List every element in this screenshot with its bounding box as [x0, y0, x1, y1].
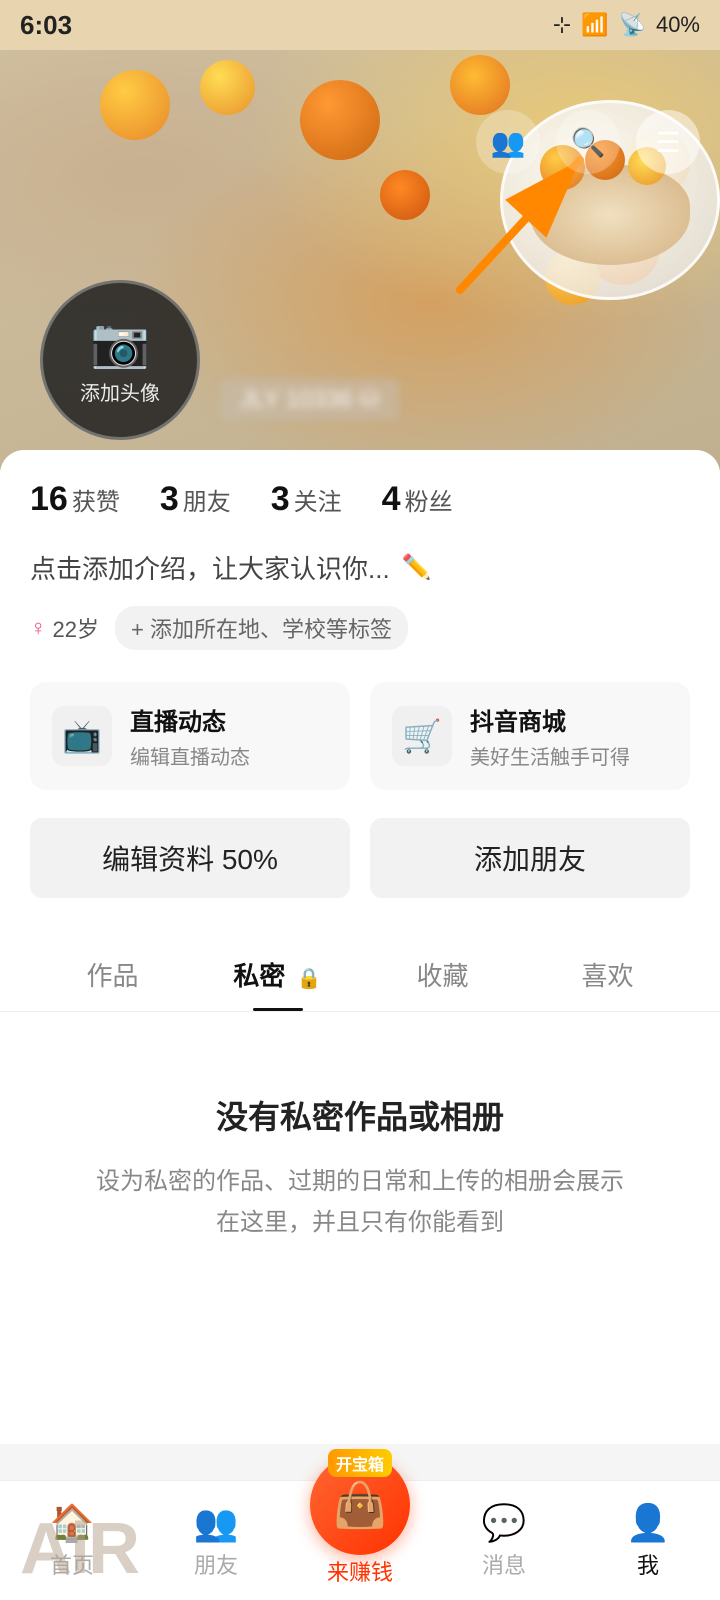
- tab-collect[interactable]: 收藏: [360, 934, 525, 1011]
- add-avatar-button[interactable]: 📷 添加头像: [40, 280, 200, 440]
- likes-count: 16: [30, 480, 68, 519]
- shop-title: 抖音商城: [470, 702, 630, 737]
- friends-icon: 👥: [194, 1502, 239, 1544]
- edit-profile-button[interactable]: 编辑资料 50%: [30, 818, 350, 898]
- bluetooth-icon: ⊹: [553, 12, 571, 38]
- fruit-decoration-2: [200, 60, 255, 115]
- nav-me[interactable]: 👤 我: [576, 1502, 720, 1580]
- live-info: 直播动态 编辑直播动态: [130, 702, 250, 770]
- me-icon: 👤: [626, 1502, 671, 1544]
- stats-row: 16 获赞 3 朋友 3 关注 4 粉丝: [30, 480, 690, 519]
- tab-private[interactable]: 私密 🔒: [195, 934, 360, 1011]
- live-icon: 📺: [52, 706, 112, 766]
- menu-icon: ☰: [655, 126, 680, 159]
- shop-feature-card[interactable]: 🛒 抖音商城 美好生活触手可得: [370, 682, 690, 790]
- tags-row: ♀ 22岁 + 添加所在地、学校等标签: [30, 606, 690, 650]
- status-bar: 6:03 ⊹ 📶 📡 40%: [0, 0, 720, 50]
- tab-works[interactable]: 作品: [30, 934, 195, 1011]
- messages-label: 消息: [482, 1548, 526, 1580]
- status-time: 6:03: [20, 10, 72, 41]
- nav-friends[interactable]: 👥 朋友: [144, 1502, 288, 1580]
- wifi-icon: 📶: [581, 12, 608, 38]
- earn-bag-button[interactable]: 开宝箱 👜: [310, 1455, 410, 1555]
- avatar-area: 📷 添加头像: [40, 280, 200, 440]
- username-display: JLY 10336 ⛁: [220, 379, 399, 420]
- live-subtitle: 编辑直播动态: [130, 741, 250, 770]
- friends-count: 3: [160, 480, 179, 519]
- live-feature-card[interactable]: 📺 直播动态 编辑直播动态: [30, 682, 350, 790]
- followers-button[interactable]: 👥: [476, 110, 540, 174]
- status-icons: ⊹ 📶 📡 40%: [553, 12, 700, 38]
- home-icon: 🏠: [50, 1502, 95, 1544]
- bio-text: 点击添加介绍，让大家认识你...: [30, 549, 390, 586]
- stat-likes[interactable]: 16 获赞: [30, 480, 120, 519]
- nav-messages[interactable]: 💬 消息: [432, 1502, 576, 1580]
- following-count: 3: [271, 480, 290, 519]
- me-label: 我: [637, 1548, 659, 1580]
- shop-info: 抖音商城 美好生活触手可得: [470, 702, 630, 770]
- nav-home[interactable]: 🏠 首页: [0, 1502, 144, 1580]
- bowl-inner: [530, 165, 690, 265]
- search-icon: 🔍: [571, 126, 606, 159]
- tab-works-label: 作品: [86, 961, 138, 991]
- age-tag: ♀ 22岁: [30, 612, 99, 644]
- tabs-row: 作品 私密 🔒 收藏 喜欢: [0, 934, 720, 1012]
- earn-label: 来赚钱: [327, 1555, 393, 1587]
- add-friend-button[interactable]: 添加朋友: [370, 818, 690, 898]
- search-button[interactable]: 🔍: [556, 110, 620, 174]
- shop-icon: 🛒: [392, 706, 452, 766]
- bio-row[interactable]: 点击添加介绍，让大家认识你... ✏️: [30, 549, 690, 586]
- followers-icon: 👥: [491, 126, 526, 159]
- followers-label: 粉丝: [405, 482, 453, 517]
- likes-label: 获赞: [72, 482, 120, 517]
- lock-icon: 🔒: [297, 968, 322, 990]
- add-tag-button[interactable]: + 添加所在地、学校等标签: [115, 606, 408, 650]
- edit-bio-icon: ✏️: [402, 553, 432, 582]
- tab-private-label: 私密: [233, 961, 285, 991]
- home-label: 首页: [50, 1548, 94, 1580]
- stat-following[interactable]: 3 关注: [271, 480, 342, 519]
- empty-state: 没有私密作品或相册 设为私密的作品、过期的日常和上传的相册会展示在这里，并且只有…: [30, 1012, 690, 1304]
- bottom-nav: 🏠 首页 👥 朋友 开宝箱 👜 来赚钱 💬 消息 👤 我: [0, 1480, 720, 1600]
- friends-nav-label: 朋友: [194, 1548, 238, 1580]
- fruit-decoration-1: [100, 70, 170, 140]
- empty-title: 没有私密作品或相册: [90, 1092, 630, 1138]
- action-row: 编辑资料 50% 添加朋友: [30, 818, 690, 898]
- tab-likes[interactable]: 喜欢: [525, 934, 690, 1011]
- nav-earn[interactable]: 开宝箱 👜 来赚钱: [288, 1495, 432, 1587]
- friends-label: 朋友: [183, 482, 231, 517]
- messages-icon: 💬: [482, 1502, 527, 1544]
- add-avatar-label: 添加头像: [80, 377, 160, 406]
- stat-friends[interactable]: 3 朋友: [160, 480, 231, 519]
- menu-button[interactable]: ☰: [636, 110, 700, 174]
- tab-collect-label: 收藏: [416, 961, 468, 991]
- following-label: 关注: [294, 482, 342, 517]
- earn-bag-icon: 👜: [333, 1479, 388, 1531]
- shop-subtitle: 美好生活触手可得: [470, 741, 630, 770]
- header-icons: 👥 🔍 ☰: [476, 110, 700, 174]
- profile-banner: 👥 🔍 ☰ 📷 添加头像 JLY 10336 ⛁: [0, 50, 720, 470]
- fruit-decoration-6: [380, 170, 430, 220]
- live-title: 直播动态: [130, 702, 250, 737]
- signal-icon: 📡: [619, 12, 646, 38]
- main-profile-card: 16 获赞 3 朋友 3 关注 4 粉丝 点击添加介绍，让大家认识你... ✏️…: [0, 450, 720, 1444]
- fruit-decoration-3: [300, 80, 380, 160]
- age-label: 22岁: [53, 612, 99, 644]
- fruit-decoration-4: [450, 55, 510, 115]
- camera-icon: 📷: [90, 314, 150, 371]
- female-icon: ♀: [30, 615, 47, 641]
- earn-badge: 开宝箱: [328, 1449, 392, 1477]
- feature-row: 📺 直播动态 编辑直播动态 🛒 抖音商城 美好生活触手可得: [30, 682, 690, 790]
- empty-description: 设为私密的作品、过期的日常和上传的相册会展示在这里，并且只有你能看到: [90, 1162, 630, 1244]
- tab-likes-label: 喜欢: [581, 961, 633, 991]
- battery-icon: 40%: [656, 12, 700, 38]
- stat-followers[interactable]: 4 粉丝: [382, 480, 453, 519]
- followers-count: 4: [382, 480, 401, 519]
- add-tag-label: + 添加所在地、学校等标签: [131, 612, 392, 644]
